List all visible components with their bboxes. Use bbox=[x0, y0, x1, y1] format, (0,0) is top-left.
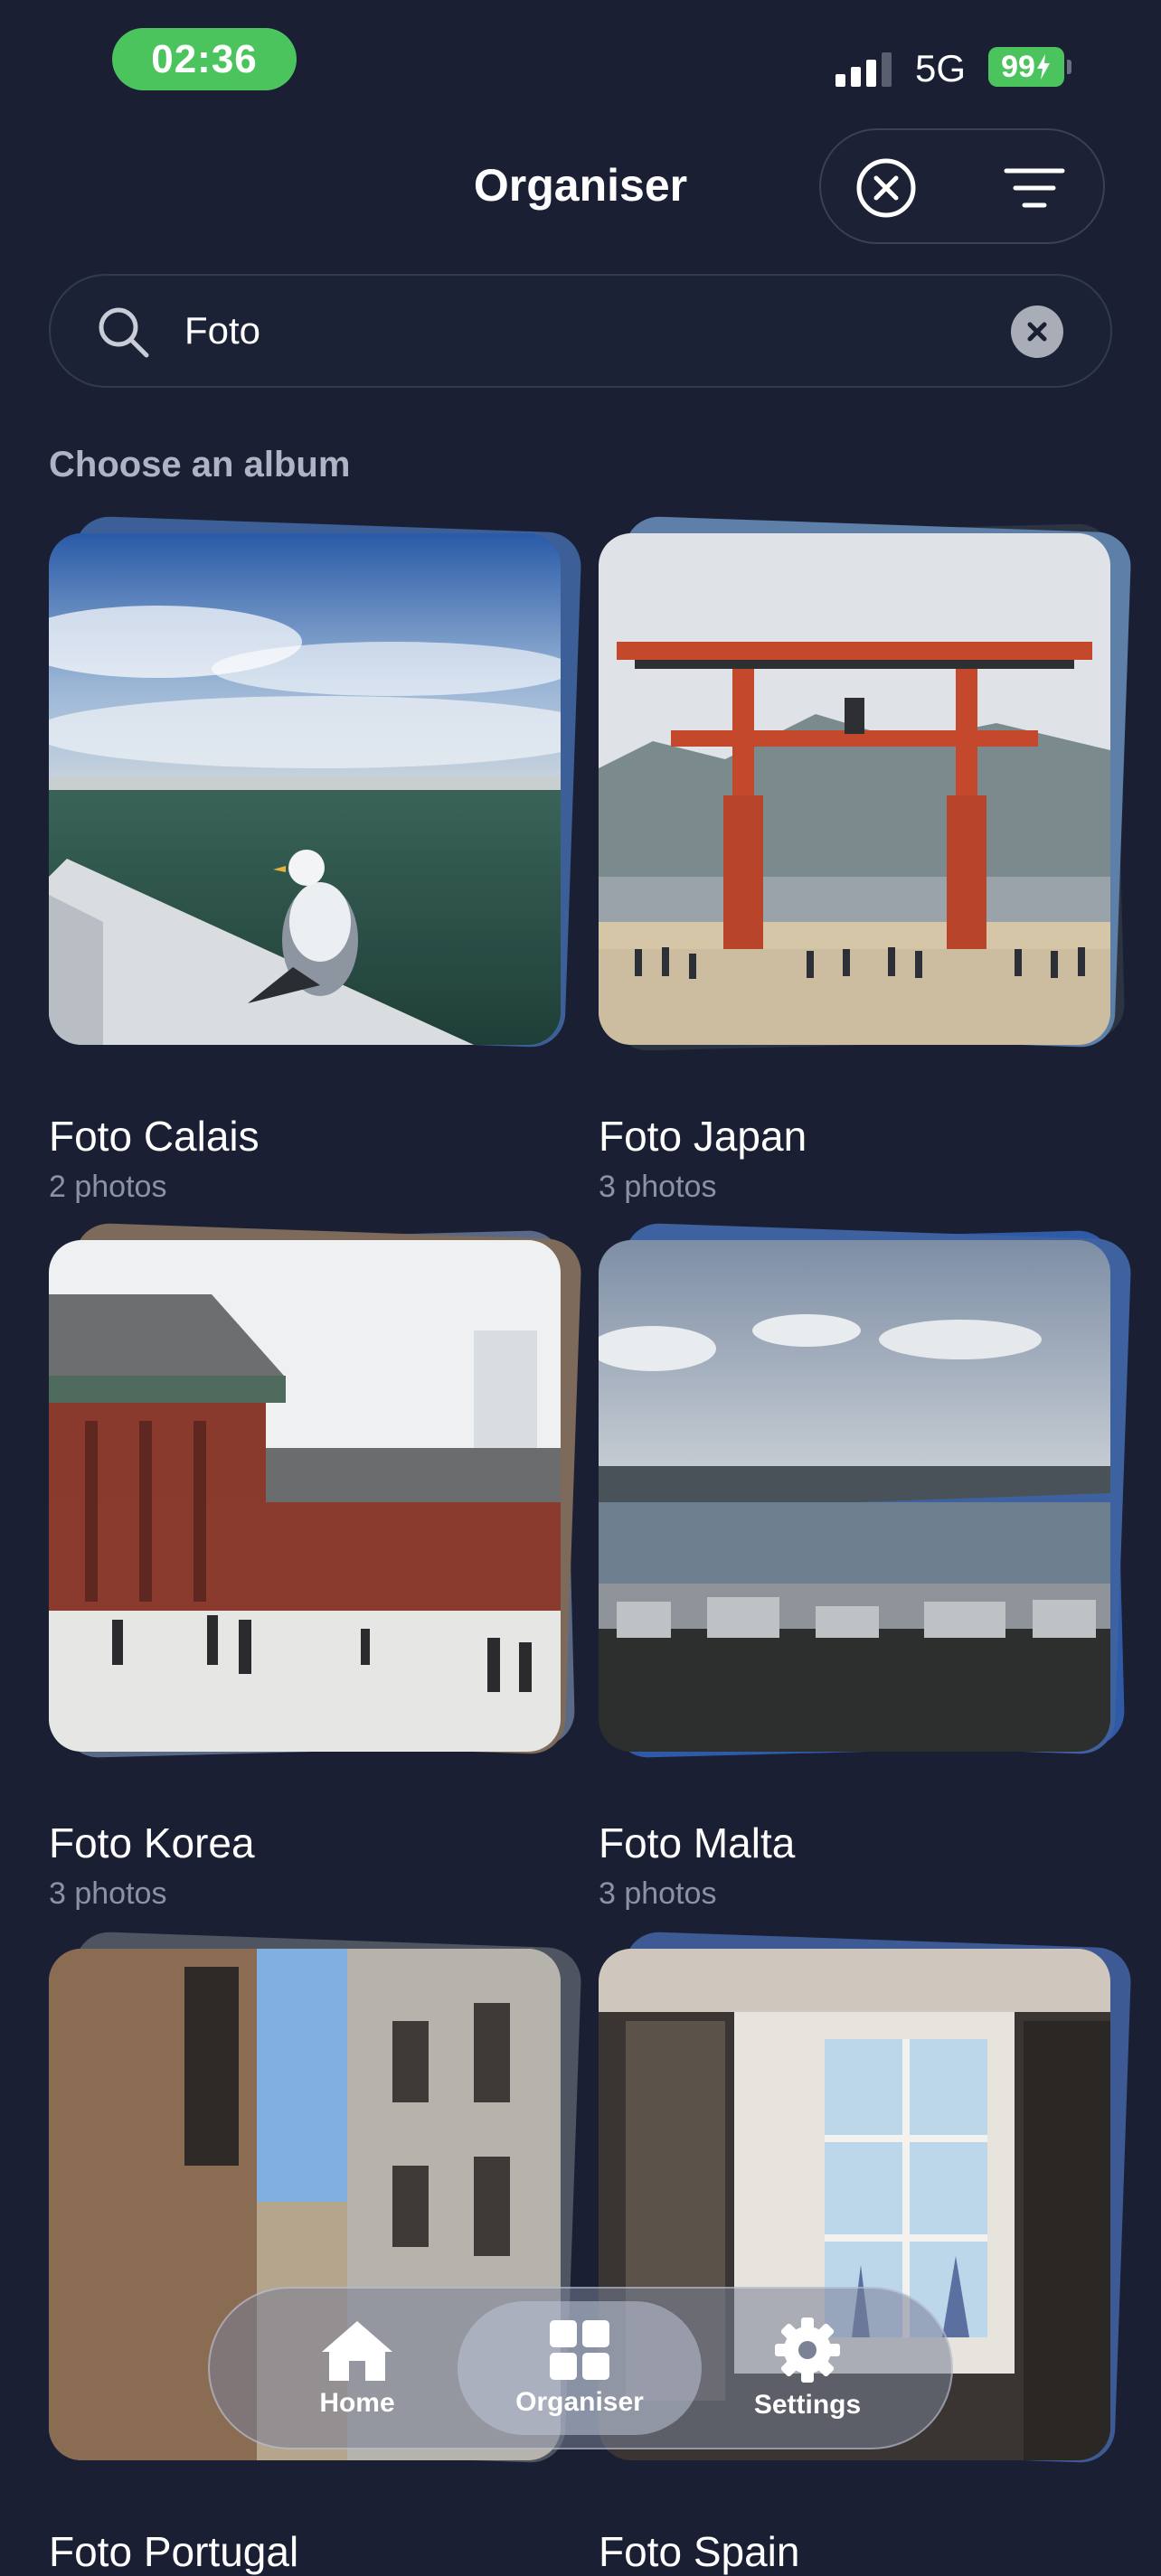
close-button[interactable] bbox=[854, 155, 919, 221]
bottom-tab-bar: Home Organiser Settings bbox=[208, 2287, 953, 2449]
search-input[interactable] bbox=[184, 303, 998, 359]
album-cover-image bbox=[599, 1240, 1110, 1752]
clear-icon bbox=[1027, 322, 1047, 342]
battery-icon: 99 bbox=[988, 47, 1064, 87]
album-card[interactable]: Foto Malta 3 photos bbox=[599, 1222, 1132, 1911]
album-name: Foto Portugal bbox=[49, 2528, 299, 2575]
tab-home[interactable]: Home bbox=[235, 2301, 479, 2435]
album-card[interactable]: Foto Japan 3 photos bbox=[599, 515, 1132, 1204]
album-card[interactable]: Foto Korea 3 photos bbox=[49, 1222, 582, 1911]
album-cover-image bbox=[49, 533, 561, 1045]
album-stack bbox=[599, 1222, 1132, 1759]
filter-lines-icon bbox=[1004, 168, 1065, 208]
search-bar bbox=[49, 274, 1112, 388]
filter-button[interactable] bbox=[1002, 155, 1067, 221]
gear-icon bbox=[775, 2317, 840, 2383]
network-type: 5G bbox=[915, 47, 967, 89]
album-stack bbox=[49, 515, 582, 1048]
album-count: 2 photos bbox=[49, 1170, 167, 1204]
album-count: 3 photos bbox=[599, 1876, 717, 1911]
grid-icon bbox=[550, 2320, 609, 2380]
home-icon bbox=[322, 2321, 392, 2381]
album-name: Foto Malta bbox=[599, 1819, 796, 1866]
tab-label: Home bbox=[319, 2388, 395, 2418]
close-circle-icon bbox=[856, 158, 916, 218]
battery-level: 99 bbox=[1001, 49, 1035, 84]
tab-organiser[interactable]: Organiser bbox=[458, 2301, 702, 2435]
album-name: Foto Calais bbox=[49, 1113, 260, 1160]
status-time: 02:36 bbox=[112, 28, 297, 90]
album-cover-image bbox=[49, 1240, 561, 1752]
page-title: Organiser bbox=[473, 160, 688, 211]
album-count: 3 photos bbox=[599, 1170, 717, 1204]
album-cover-image bbox=[599, 533, 1110, 1045]
album-card[interactable]: Foto Calais 2 photos bbox=[49, 515, 582, 1204]
charging-bolt-icon bbox=[1036, 54, 1050, 80]
battery-nub bbox=[1067, 60, 1071, 74]
album-stack bbox=[599, 515, 1132, 1052]
tab-settings[interactable]: Settings bbox=[685, 2301, 930, 2435]
album-name: Foto Japan bbox=[599, 1113, 807, 1160]
album-name: Foto Korea bbox=[49, 1819, 255, 1866]
search-icon bbox=[99, 307, 149, 358]
section-label: Choose an album bbox=[49, 445, 351, 484]
cellular-signal-icon bbox=[835, 51, 893, 87]
tab-label: Organiser bbox=[515, 2387, 644, 2417]
album-count: 3 photos bbox=[49, 1876, 167, 1911]
album-stack bbox=[49, 1222, 582, 1759]
clear-search-button[interactable] bbox=[1011, 306, 1063, 358]
tab-label: Settings bbox=[753, 2390, 862, 2420]
header-actions bbox=[819, 128, 1105, 244]
status-bar: 02:36 5G 99 bbox=[0, 0, 1161, 118]
album-name: Foto Spain bbox=[599, 2528, 800, 2575]
